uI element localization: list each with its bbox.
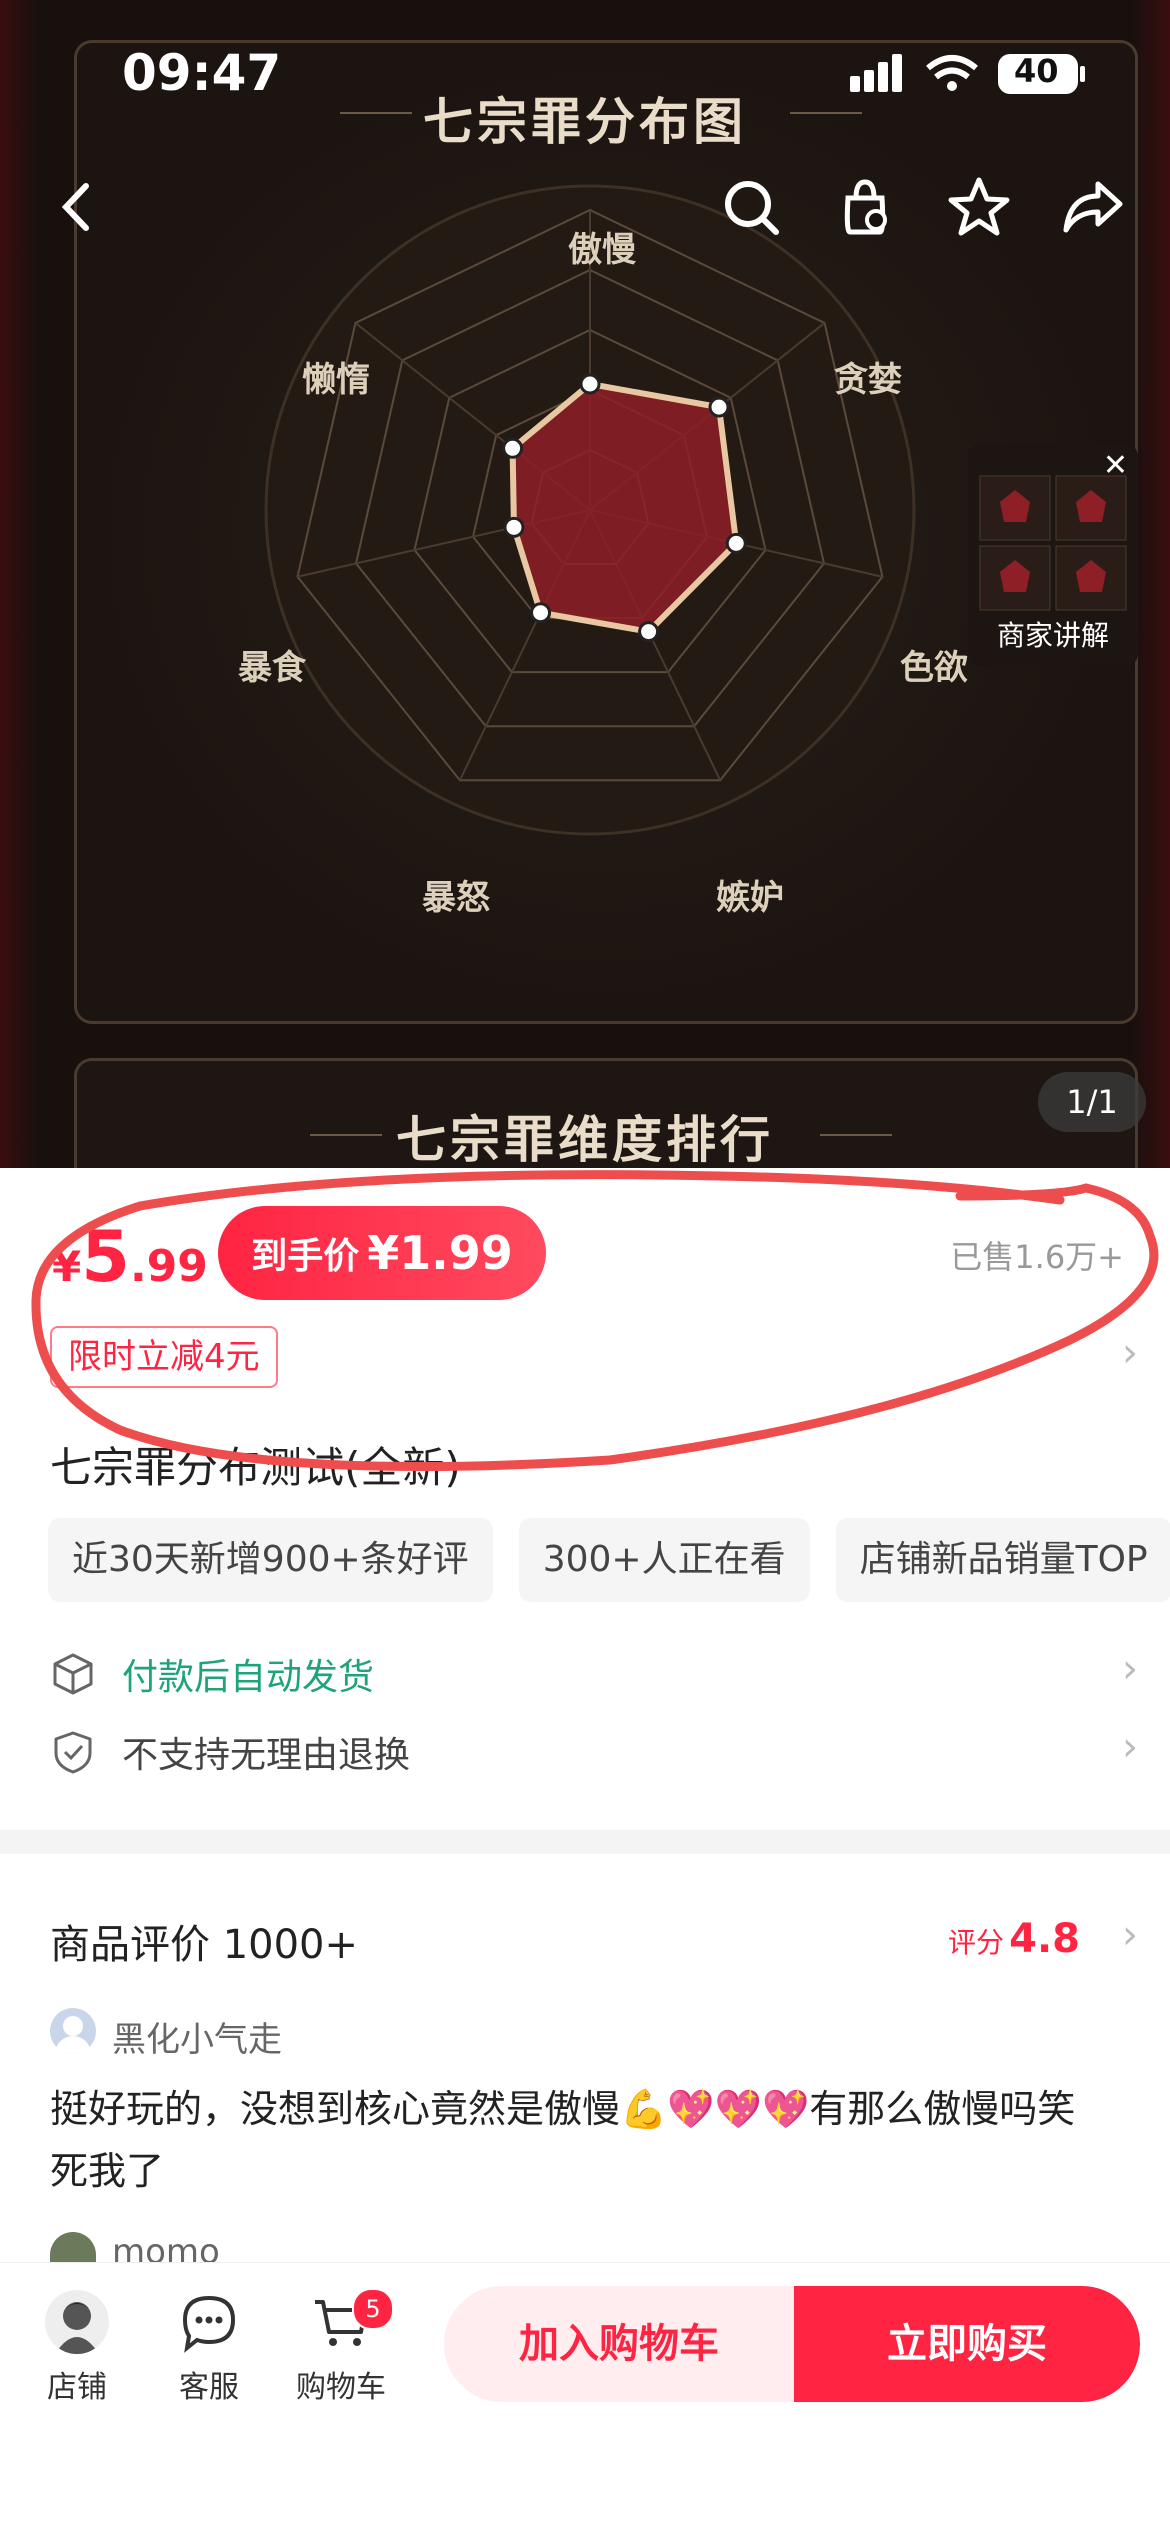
reviews-chevron-icon[interactable]: › — [1122, 1912, 1138, 1958]
share-button[interactable] — [1058, 172, 1128, 242]
chevron-left-icon — [61, 183, 89, 231]
radar-point-5 — [503, 516, 525, 538]
search-icon — [725, 181, 779, 235]
product-image-carousel[interactable]: 七宗罪分布图 傲慢 贪婪 色欲 嫉妒 暴怒 暴食 懒惰 七宗罪维度排行 09:4… — [0, 0, 1170, 1168]
final-price-amount: ¥1.99 — [367, 1226, 513, 1280]
radar-point-2 — [725, 532, 747, 554]
signal-wifi-battery-icon — [850, 54, 1085, 94]
avatar — [50, 2008, 96, 2054]
axis-label-pride: 傲慢 — [568, 230, 636, 270]
sold-count: 已售1.6万+ — [950, 1238, 1124, 1276]
battery-level: 40 — [1014, 52, 1059, 90]
score-value: 4.8 — [1009, 1916, 1080, 1962]
store-label: 店铺 — [47, 2370, 107, 2405]
buy-now-button[interactable]: 立即购买 — [794, 2286, 1140, 2402]
favorite-button[interactable] — [944, 172, 1014, 242]
axis-label-lust: 色欲 — [900, 648, 968, 688]
radar-point-6 — [502, 437, 524, 459]
axis-label-envy: 嫉妒 — [716, 878, 784, 918]
store-tab[interactable]: 店铺 — [22, 2290, 132, 2406]
share-icon — [1063, 181, 1123, 233]
avatar — [50, 2232, 96, 2262]
ranking-card-title: 七宗罪维度排行 — [396, 1111, 774, 1168]
review-text: 挺好玩的，没想到核心竟然是傲慢💪💖💖💖有那么傲慢吗笑死我了 — [50, 2087, 1076, 2193]
promo-tag[interactable]: 限时立减4元 — [50, 1326, 278, 1388]
star-icon — [948, 177, 1010, 236]
radar-point-4 — [530, 602, 552, 624]
tag-chip[interactable]: 近30天新增900+条好评 — [48, 1518, 493, 1602]
axis-label-gluttony: 暴食 — [238, 648, 306, 688]
price-currency: ¥ — [52, 1242, 82, 1291]
price: ¥5.99 — [52, 1216, 208, 1298]
price-decimal: .99 — [129, 1241, 208, 1292]
axis-label-sloth: 懒惰 — [302, 360, 370, 400]
reviewer-name: 黑化小气走 — [112, 2020, 282, 2060]
cart-label: 购物车 — [296, 2370, 386, 2405]
price-integer: 5 — [81, 1216, 130, 1298]
product-tags: 近30天新增900+条好评 300+人正在看 店铺新品销量TOP — [48, 1518, 1170, 1602]
shopping-bag-button[interactable] — [830, 172, 900, 242]
user-avatar-icon — [55, 2016, 91, 2054]
radar-point-1 — [708, 396, 730, 418]
store-avatar-icon — [45, 2290, 109, 2354]
final-price-label: 到手价 — [251, 1236, 360, 1277]
shield-check-icon — [54, 1731, 92, 1774]
status-icons: 40 — [850, 50, 1110, 104]
score-label: 评分 — [948, 1926, 1005, 1959]
customer-service-tab[interactable]: 客服 — [154, 2290, 264, 2406]
axis-label-wrath: 暴怒 — [422, 878, 490, 918]
service-return-chevron-icon[interactable]: › — [1122, 1724, 1138, 1770]
tag-chip[interactable]: 300+人正在看 — [518, 1518, 810, 1602]
service-delivery-text: 付款后自动发货 — [122, 1657, 375, 1698]
thumbnail-preview-icon — [979, 475, 1127, 611]
service-return-row[interactable]: 不支持无理由退换 — [50, 1726, 410, 1778]
final-price-pill: 到手价 ¥1.99 — [218, 1206, 546, 1300]
product-title: 七宗罪分布测试(全新) — [50, 1443, 461, 1492]
status-time: 09:47 — [122, 44, 282, 102]
promo-chevron-right-icon[interactable]: › — [1122, 1330, 1138, 1376]
section-divider — [0, 1830, 1170, 1854]
search-button[interactable] — [716, 172, 786, 242]
cart-count-badge: 5 — [352, 2288, 394, 2330]
service-return-text: 不支持无理由退换 — [122, 1735, 411, 1776]
box-icon — [53, 1653, 93, 1695]
back-button[interactable] — [44, 172, 114, 242]
axis-label-greed: 贪婪 — [834, 360, 902, 400]
radar-point-3 — [638, 621, 660, 643]
radar-point-0 — [579, 373, 601, 395]
tag-chip[interactable]: 店铺新品销量TOP — [835, 1518, 1170, 1602]
reviews-title[interactable]: 商品评价 1000+ — [50, 1912, 358, 1970]
add-to-cart-button[interactable]: 加入购物车 — [444, 2286, 794, 2402]
customer-service-label: 客服 — [179, 2370, 239, 2405]
merchant-explain-label: 商家讲解 — [996, 619, 1109, 652]
reviews-score[interactable]: 评分 4.8 — [948, 1916, 1080, 1962]
service-delivery-chevron-icon[interactable]: › — [1122, 1646, 1138, 1692]
merchant-explain-video[interactable]: ✕ 商家讲解 — [968, 444, 1138, 666]
image-pager: 1/1 — [1038, 1072, 1146, 1132]
chat-bubble-icon — [177, 2290, 241, 2354]
home-indicator-area — [0, 2420, 1170, 2532]
service-delivery-row[interactable]: 付款后自动发货 — [50, 1648, 374, 1700]
shopping-bag-icon — [844, 179, 887, 235]
